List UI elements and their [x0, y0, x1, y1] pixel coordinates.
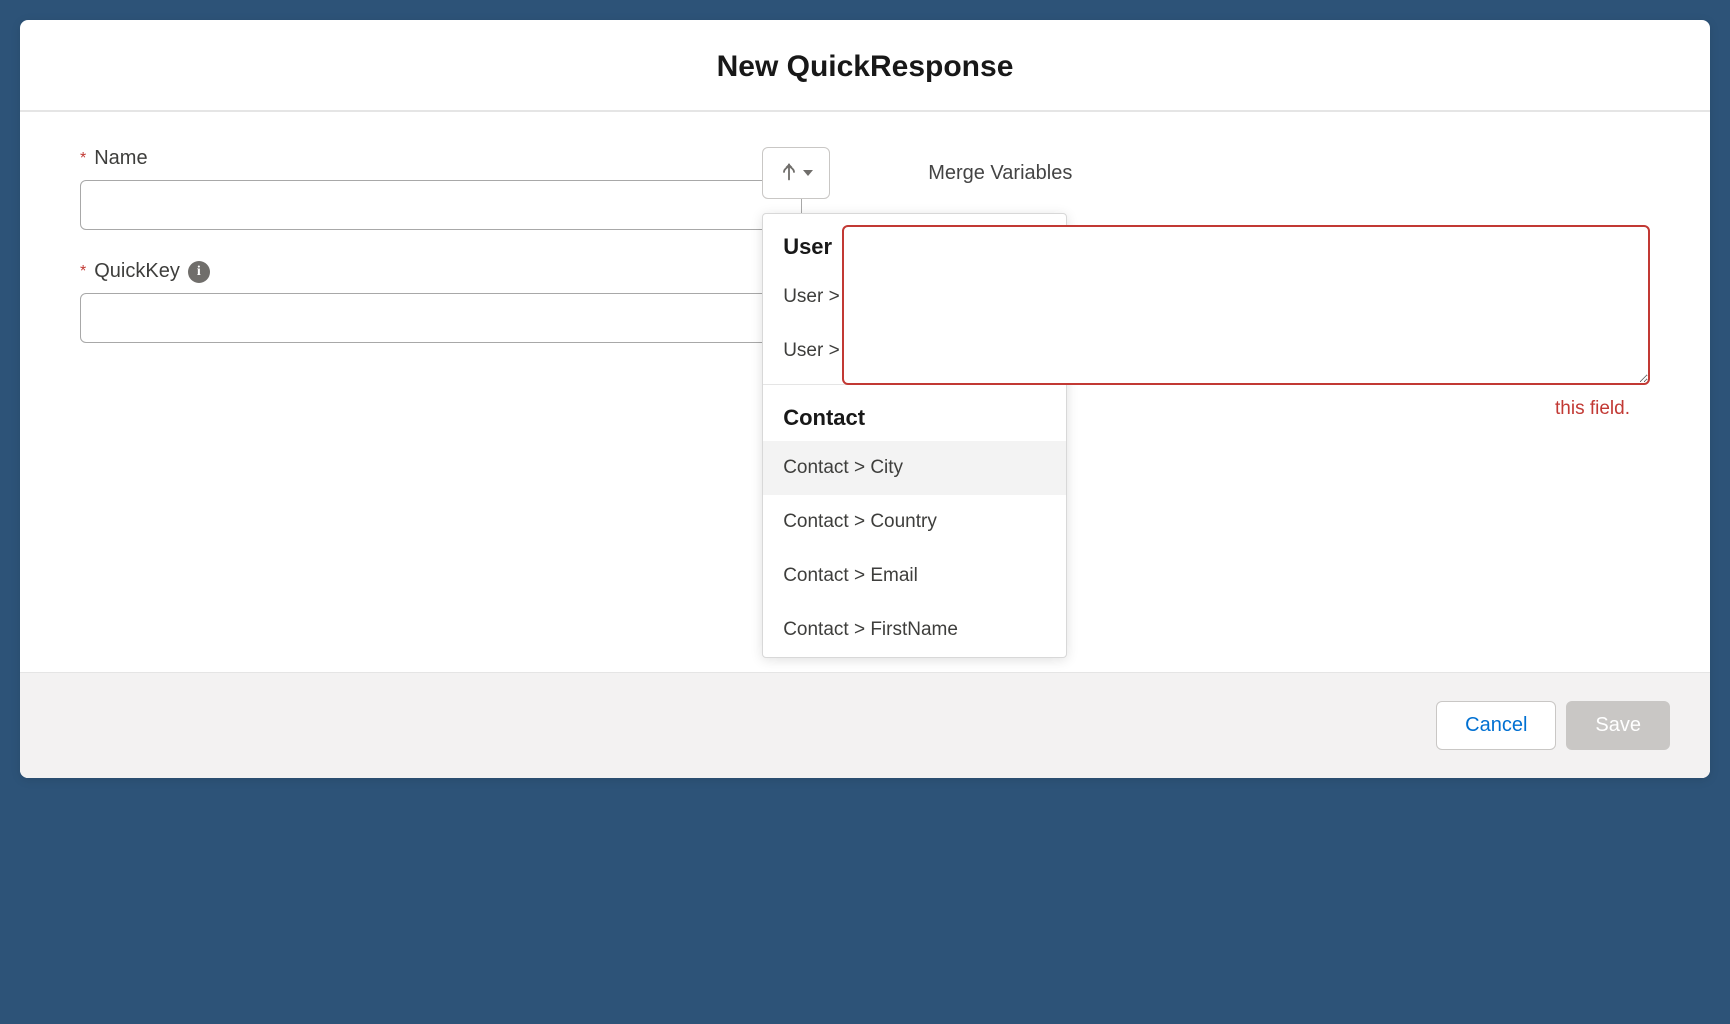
content-wrap: this field. [842, 225, 1650, 420]
modal-footer: Cancel Save [20, 672, 1710, 778]
dropdown-item[interactable]: Contact > City [763, 441, 1066, 495]
merge-anchor: User User > FirstName User > FullName Co… [762, 147, 830, 199]
required-indicator: * [80, 151, 86, 167]
merge-variables-button[interactable] [762, 147, 830, 199]
save-button[interactable]: Save [1566, 701, 1670, 750]
merge-variables-label: Merge Variables [928, 162, 1072, 185]
quickkey-label-row: * QuickKey i [80, 260, 802, 283]
quickkey-input[interactable] [80, 293, 802, 343]
modal-body: * Name * QuickKey i [20, 112, 1710, 672]
cancel-button[interactable]: Cancel [1436, 701, 1556, 750]
merge-variables-row: User User > FirstName User > FullName Co… [842, 147, 1650, 199]
dropdown-item[interactable]: Contact > Email [763, 549, 1066, 603]
name-input[interactable] [80, 180, 802, 230]
name-group: * Name [80, 147, 802, 230]
dropdown-item[interactable]: Contact > FirstName [763, 603, 1066, 657]
right-column: User User > FirstName User > FullName Co… [842, 147, 1650, 612]
quickkey-group: * QuickKey i [80, 260, 802, 343]
chevron-down-icon [803, 170, 813, 176]
modal-title: New QuickResponse [40, 50, 1690, 84]
info-icon[interactable]: i [188, 261, 210, 283]
dropdown-item[interactable]: Contact > Country [763, 495, 1066, 549]
required-indicator: * [80, 264, 86, 280]
merge-icon [779, 160, 799, 187]
quickresponse-modal: New QuickResponse * Name * QuickKey i [20, 20, 1710, 778]
content-textarea[interactable] [842, 225, 1650, 385]
modal-header: New QuickResponse [20, 20, 1710, 112]
quickkey-label: QuickKey [94, 260, 180, 283]
name-label: Name [94, 147, 147, 170]
left-column: * Name * QuickKey i [80, 147, 802, 612]
content-error: this field. [842, 398, 1650, 420]
name-label-row: * Name [80, 147, 802, 170]
